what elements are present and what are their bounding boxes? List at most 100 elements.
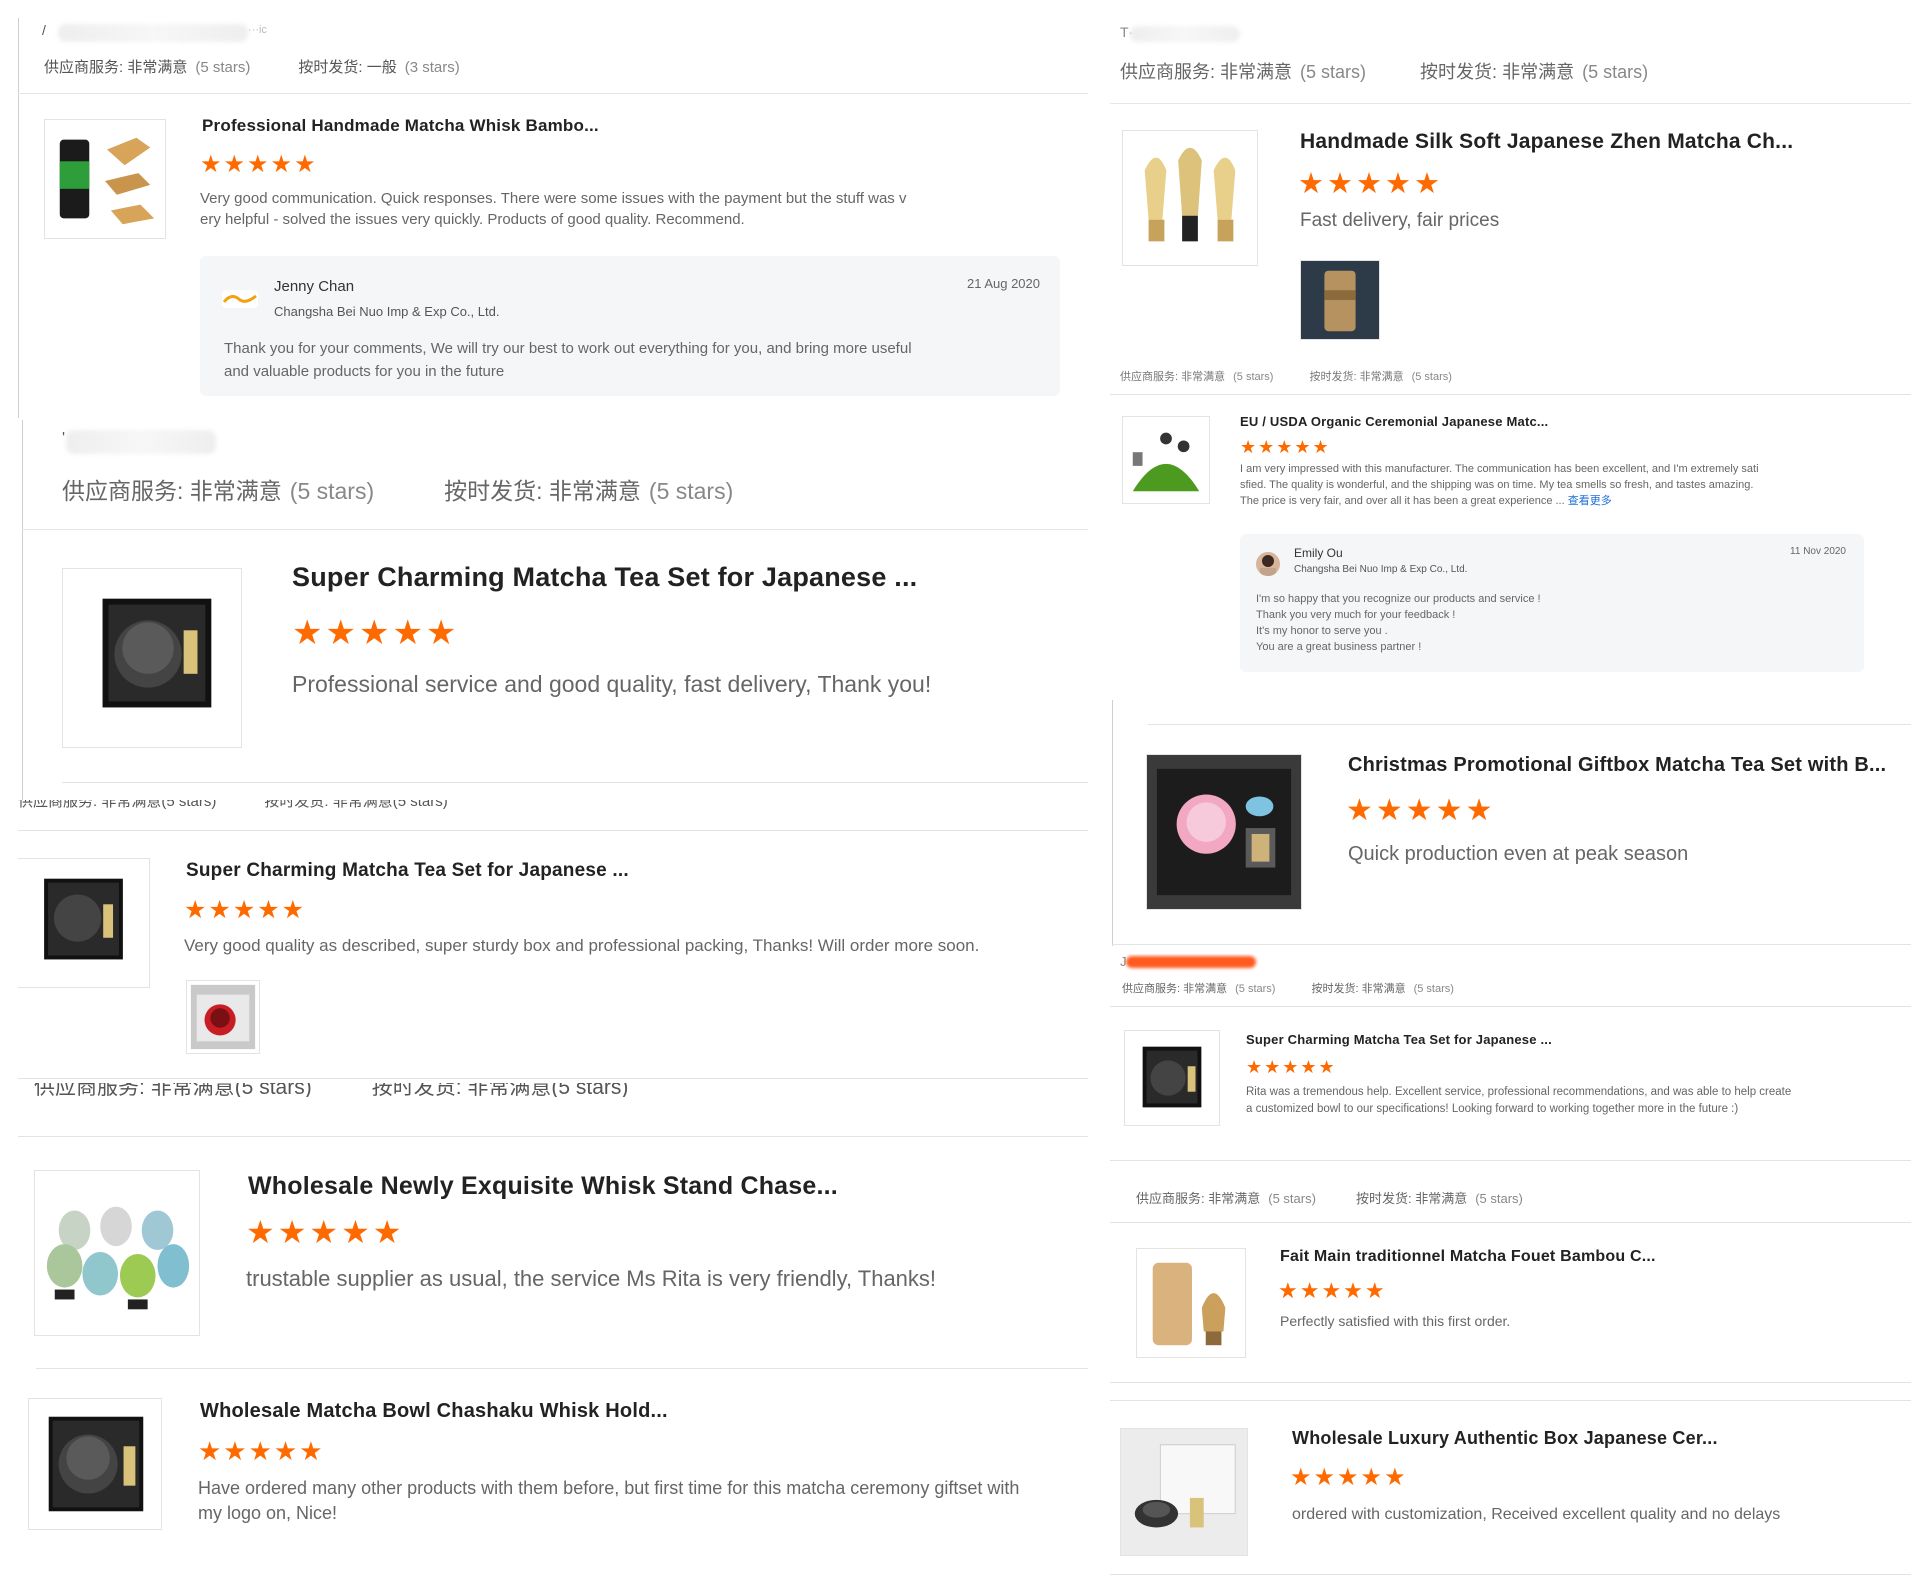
card-bottom-border — [1110, 1574, 1911, 1575]
card-top-border — [1110, 1400, 1911, 1401]
comment-line: sfied. The quality is wonderful, and the… — [1240, 478, 1754, 491]
product-thumbnail[interactable] — [44, 119, 166, 239]
review-comment: Perfectly satisfied with this first orde… — [1280, 1313, 1511, 1329]
card-bottom-border — [1110, 1160, 1911, 1161]
card-top-border — [1148, 724, 1911, 725]
reply-date: 11 Nov 2020 — [1790, 546, 1846, 557]
review-photo[interactable] — [186, 980, 260, 1054]
rating-stars: ★★★★★ — [184, 896, 307, 924]
matcha-whisk-kit-image — [59, 137, 155, 225]
product-title[interactable]: Super Charming Matcha Tea Set for Japane… — [1246, 1032, 1552, 1047]
rating-summary: 供应商服务: 非常满意 (5 stars) 按时发货: 一般 (3 stars) — [44, 56, 460, 77]
header-border — [1110, 1006, 1911, 1007]
review-comment: Very good communication. Quick responses… — [200, 188, 1060, 230]
review-card-r2: EU / USDA Organic Ceremonial Japanese Ma… — [1110, 398, 1911, 698]
delivery-stars: (5 stars) — [551, 1083, 629, 1097]
delivery-rating: 一般 — [366, 59, 397, 76]
product-title[interactable]: Wholesale Luxury Authentic Box Japanese … — [1292, 1428, 1718, 1449]
product-title[interactable]: Christmas Promotional Giftbox Matcha Tea… — [1348, 754, 1886, 777]
delivery-label: 按时发货: — [1355, 1191, 1412, 1206]
whisk-stand-set-image — [46, 1206, 190, 1310]
rating-stars: ★★★★★ — [246, 1214, 405, 1250]
buyer-name-redacted — [58, 24, 248, 42]
review-card-r5: 供应商服务: 非常满意 (5 stars) 按时发货: 非常满意 (5 stars) … — [1110, 1168, 1911, 1384]
product-title[interactable]: Professional Handmade Matcha Whisk Bambo… — [202, 116, 599, 136]
delivery-stars: (5 stars) — [1582, 62, 1649, 82]
comment-line: Rita was a tremendous help. Excellent se… — [1246, 1086, 1792, 1098]
matcha-tea-set-box-image — [44, 878, 123, 960]
service-rating: 非常满意 — [127, 59, 188, 76]
seller-reply: Emily Ou Changsha Bei Nuo Imp & Exp Co.,… — [1240, 534, 1864, 672]
rating-stars: ★★★★★ — [1298, 168, 1443, 200]
review-photo[interactable] — [1300, 260, 1380, 340]
product-thumbnail[interactable] — [34, 1170, 200, 1336]
review-header: T··· 供应商服务: 非常满意(5 stars)按时发货: 非常满意(5 st… — [1110, 18, 1911, 104]
product-title[interactable]: Super Charming Matcha Tea Set for Japane… — [186, 860, 629, 882]
rating-stars: ★★★★★ — [1290, 1464, 1408, 1491]
reply-text: I'm so happy that you recognize our prod… — [1256, 592, 1846, 656]
service-rating: 非常满意 — [101, 800, 162, 810]
review-card-r6: Wholesale Luxury Authentic Box Japanese … — [1110, 1392, 1911, 1588]
service-label: 供应商服务: — [34, 1083, 145, 1097]
product-title[interactable]: Fait Main traditionnel Matcha Fouet Bamb… — [1280, 1248, 1656, 1266]
silk-matcha-whisk-image — [1144, 147, 1236, 242]
service-stars: (5 stars) — [195, 59, 251, 76]
delivery-label: 按时发货: — [298, 59, 363, 76]
service-label: 供应商服务: — [44, 59, 124, 76]
review-comment: Professional service and good quality, f… — [292, 671, 932, 697]
card-bottom-border — [62, 782, 1088, 783]
service-stars: (5 stars) — [1235, 983, 1276, 995]
delivery-label: 按时发货: — [371, 1083, 462, 1097]
red-bowl-gift-box-photo — [190, 984, 256, 1050]
delivery-label: 按时发货: — [1420, 62, 1498, 82]
review-card-5: Wholesale Matcha Bowl Chashaku Whisk Hol… — [18, 1380, 1088, 1560]
service-label: 供应商服务: — [1122, 983, 1181, 995]
reply-line: It's my honor to serve you . — [1256, 624, 1388, 637]
buyer-name-fragment: / — [42, 22, 46, 38]
bamboo-whisk-canister-image — [1152, 1262, 1226, 1346]
service-stars: (5 stars) — [1300, 62, 1367, 82]
card-bottom-border — [1110, 1382, 1911, 1383]
product-thumbnail[interactable] — [1122, 130, 1258, 266]
product-thumbnail[interactable] — [62, 568, 242, 748]
matcha-powder-image — [1132, 432, 1200, 492]
product-thumbnail[interactable] — [1124, 1030, 1220, 1126]
buyer-name-redacted — [1126, 956, 1256, 968]
product-title[interactable]: Handmade Silk Soft Japanese Zhen Matcha … — [1300, 130, 1793, 154]
service-stars: (5 stars) — [161, 800, 217, 810]
buyer-name-fragment: ' — [62, 430, 66, 447]
reply-company: Changsha Bei Nuo Imp & Exp Co., Ltd. — [1294, 564, 1468, 575]
service-rating: 非常满意 — [1181, 371, 1226, 383]
review-comment: Fast delivery, fair prices — [1300, 210, 1500, 231]
product-title[interactable]: EU / USDA Organic Ceremonial Japanese Ma… — [1240, 414, 1548, 429]
review-comment: trustable supplier as usual, the service… — [246, 1266, 937, 1291]
christmas-giftbox-set-image — [1147, 755, 1301, 909]
review-card-r3: Christmas Promotional Giftbox Matcha Tea… — [1112, 700, 1911, 946]
product-title[interactable]: Wholesale Newly Exquisite Whisk Stand Ch… — [248, 1172, 838, 1201]
delivery-label: 按时发货: — [1309, 371, 1357, 383]
reply-author: Jenny Chan — [274, 278, 355, 295]
reply-company: Changsha Bei Nuo Imp & Exp Co., Ltd. — [274, 304, 500, 319]
comment-line: a customized bowl to our specifications!… — [1246, 1103, 1739, 1116]
product-title[interactable]: Wholesale Matcha Bowl Chashaku Whisk Hol… — [200, 1400, 668, 1423]
rating-summary: 供应商服务: 非常满意 (5 stars) 按时发货: 非常满意 (5 stars) — [1120, 58, 1648, 84]
delivery-rating: 非常满意 — [1502, 62, 1575, 82]
see-more-link[interactable]: 查看更多 — [1568, 495, 1612, 507]
product-thumbnail[interactable] — [28, 1398, 162, 1530]
review-card-3: Super Charming Matcha Tea Set for Japane… — [18, 810, 1088, 1080]
delivery-rating: 非常满意 — [1361, 983, 1406, 995]
product-thumbnail[interactable] — [1122, 416, 1210, 504]
service-rating: 非常满意 — [150, 1083, 235, 1097]
product-thumbnail[interactable] — [1136, 1248, 1246, 1358]
delivery-stars: (3 stars) — [404, 59, 460, 76]
product-thumbnail[interactable] — [1120, 1428, 1248, 1556]
card-top-border — [18, 830, 1088, 831]
review-header: / ···ic 供应商服务: 非常满意 (5 stars) 按时发货: 一般 (3 s… — [18, 18, 1088, 94]
rating-stars: ★★★★★ — [1278, 1278, 1387, 1303]
product-thumbnail[interactable] — [18, 858, 150, 988]
product-thumbnail[interactable] — [1146, 754, 1302, 910]
review-comment: Rita was a tremendous help. Excellent se… — [1246, 1084, 1896, 1119]
rating-summary: 供应商服务: 非常满意 (5 stars) 按时发货: 非常满意 (5 stars) — [1122, 980, 1454, 996]
product-title[interactable]: Super Charming Matcha Tea Set for Japane… — [292, 562, 917, 593]
rating-summary: 供应商服务: 非常满意 (5 stars) 按时发货: 非常满意 (5 stars) — [62, 472, 733, 506]
